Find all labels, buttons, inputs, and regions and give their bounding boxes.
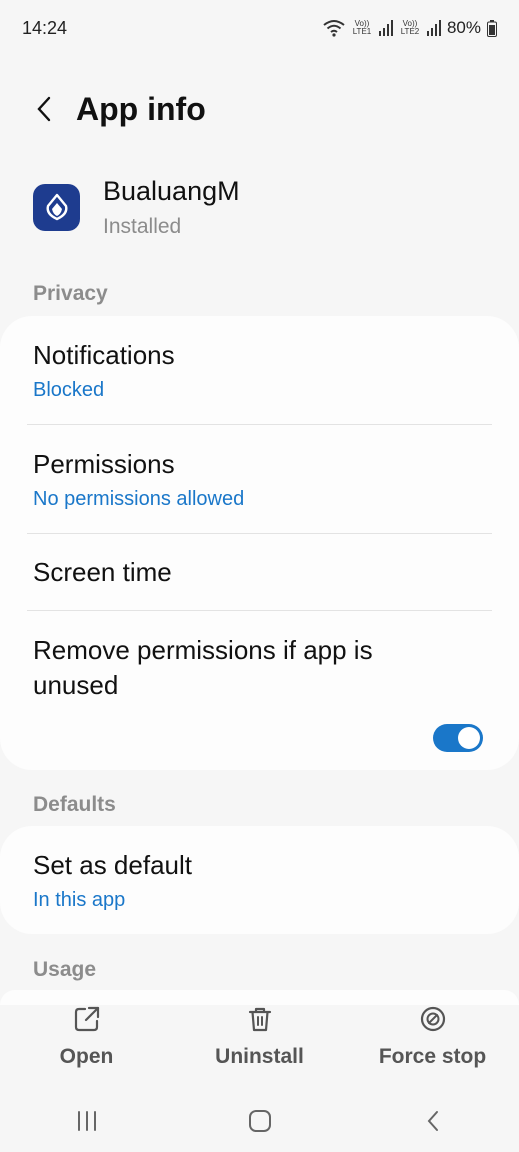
signal-icon <box>426 20 441 36</box>
wifi-icon <box>323 19 345 37</box>
page-title: App info <box>76 90 206 127</box>
section-label-defaults: Defaults <box>33 793 116 816</box>
trash-icon <box>248 1007 271 1032</box>
permissions-item[interactable]: Permissions No permissions allowed <box>0 425 519 533</box>
block-icon <box>420 1006 445 1032</box>
app-bar: App info <box>0 80 519 138</box>
sim1-label: Vo)) LTE1 <box>352 19 372 36</box>
force-stop-button[interactable]: Force stop <box>358 1005 508 1069</box>
notifications-value: Blocked <box>33 379 105 401</box>
uninstall-button[interactable]: Uninstall <box>185 1005 335 1069</box>
notifications-title: Notifications <box>33 340 175 370</box>
remove-permissions-item[interactable]: Remove permissions if app is unused <box>0 611 519 769</box>
screen-time-title: Screen time <box>33 557 172 587</box>
set-as-default-value: In this app <box>33 889 126 911</box>
remove-permissions-toggle[interactable] <box>433 724 483 752</box>
set-as-default-title: Set as default <box>33 850 192 880</box>
status-bar: 14:24 Vo)) LTE1 Vo)) LTE2 80% <box>0 0 519 56</box>
permissions-value: No permissions allowed <box>33 488 245 510</box>
toggle-knob <box>458 727 480 749</box>
app-identity: BualuangM Installed <box>0 172 519 242</box>
sim2-label: Vo)) LTE2 <box>400 19 420 36</box>
app-logo-icon <box>33 183 80 231</box>
signal-icon <box>378 20 393 36</box>
privacy-card: Notifications Blocked Permissions No per… <box>0 316 519 770</box>
back-icon <box>427 1111 438 1131</box>
notifications-item[interactable]: Notifications Blocked <box>0 316 519 424</box>
status-icons: Vo)) LTE1 Vo)) LTE2 80% <box>323 18 497 38</box>
battery-percent: 80% <box>446 18 481 37</box>
open-external-icon <box>74 1006 99 1032</box>
nav-back-button[interactable] <box>403 1099 463 1143</box>
home-icon <box>248 1110 271 1132</box>
force-stop-label: Force stop <box>378 1045 487 1068</box>
bottom-action-bar: Open Uninstall Force stop <box>0 1005 519 1085</box>
recents-button[interactable] <box>57 1099 117 1143</box>
recents-icon <box>77 1111 96 1131</box>
app-install-status: Installed <box>103 214 182 238</box>
set-as-default-item[interactable]: Set as default In this app <box>0 826 519 934</box>
back-button[interactable] <box>24 89 64 129</box>
system-nav-bar <box>0 1092 519 1150</box>
open-label: Open <box>59 1045 114 1068</box>
status-time: 14:24 <box>22 17 68 38</box>
permissions-title: Permissions <box>33 449 175 479</box>
section-label-usage: Usage <box>33 958 97 981</box>
home-button[interactable] <box>230 1099 290 1143</box>
uninstall-label: Uninstall <box>215 1045 304 1068</box>
defaults-card: Set as default In this app <box>0 826 519 934</box>
section-label-privacy: Privacy <box>33 282 108 305</box>
remove-permissions-title: Remove permissions if app is unused <box>33 635 373 700</box>
open-button[interactable]: Open <box>12 1005 162 1069</box>
battery-icon <box>487 19 497 37</box>
chevron-left-icon <box>37 96 51 122</box>
app-name: BualuangM <box>103 175 240 206</box>
screen-time-item[interactable]: Screen time <box>0 534 519 610</box>
